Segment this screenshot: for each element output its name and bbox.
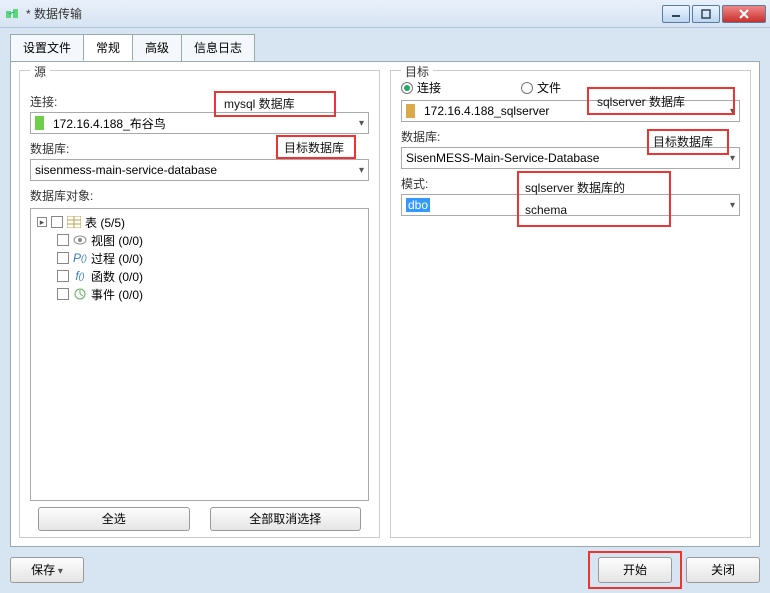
tree-label: 表 (5/5): [85, 214, 125, 231]
tab-bar: 设置文件 常规 高级 信息日志: [0, 28, 770, 61]
chevron-down-icon: ▾: [730, 200, 735, 211]
source-panel: 源 连接: 172.16.4.188_布谷鸟 ▾ 数据库: sisenmess-…: [19, 70, 380, 538]
tree-node-events[interactable]: 事件 (0/0): [33, 285, 366, 303]
chevron-down-icon: ▾: [730, 153, 735, 164]
select-all-button[interactable]: 全选: [38, 507, 190, 531]
close-button[interactable]: [722, 5, 766, 23]
tab-settings-file[interactable]: 设置文件: [10, 34, 84, 61]
save-button[interactable]: 保存: [10, 557, 84, 583]
target-legend: 目标: [401, 63, 433, 80]
event-icon: [73, 287, 87, 301]
table-icon: [67, 215, 81, 229]
target-database-dropdown[interactable]: SisenMESS-Main-Service-Database ▾: [401, 147, 740, 169]
checkbox[interactable]: [57, 288, 69, 300]
source-legend: 源: [30, 63, 50, 80]
checkbox[interactable]: [57, 252, 69, 264]
checkbox[interactable]: [57, 270, 69, 282]
chevron-down-icon: ▾: [359, 118, 364, 129]
annotation-schema-2: schema: [525, 203, 567, 217]
source-conn-value: 172.16.4.188_布谷鸟: [53, 115, 166, 132]
object-tree[interactable]: ▸ 表 (5/5) 视图 (0/0) P() 过程 (0/0): [30, 208, 369, 501]
view-icon: [73, 233, 87, 247]
chevron-down-icon: ▾: [730, 106, 735, 117]
app-icon: [4, 6, 20, 22]
tree-node-views[interactable]: 视图 (0/0): [33, 231, 366, 249]
target-schema-value: dbo: [406, 198, 430, 212]
annotation-sqlserver: sqlserver 数据库: [597, 93, 685, 110]
annotation-schema-1: sqlserver 数据库的: [525, 179, 625, 196]
annotation-mysql: mysql 数据库: [224, 95, 295, 112]
bottom-bar: 保存 开始 关闭: [0, 553, 770, 593]
annotation-tgt-db: 目标数据库: [653, 133, 713, 150]
tree-label: 视图 (0/0): [91, 232, 143, 249]
checkbox[interactable]: [51, 216, 63, 228]
radio-connection[interactable]: 连接: [401, 79, 441, 96]
source-database-dropdown[interactable]: sisenmess-main-service-database ▾: [30, 159, 369, 181]
chevron-down-icon: ▾: [359, 165, 364, 176]
radio-file[interactable]: 文件: [521, 79, 561, 96]
maximize-button[interactable]: [692, 5, 720, 23]
target-schema-dropdown[interactable]: dbo ▾: [401, 194, 740, 216]
window-title: * 数据传输: [26, 5, 662, 22]
sqlserver-icon: [406, 104, 420, 118]
source-conn-label: 连接:: [30, 93, 369, 110]
minimize-button[interactable]: [662, 5, 690, 23]
titlebar: * 数据传输: [0, 0, 770, 28]
expander-icon[interactable]: ▸: [37, 217, 47, 227]
tree-label: 事件 (0/0): [91, 286, 143, 303]
source-db-value: sisenmess-main-service-database: [35, 163, 217, 177]
tree-label: 函数 (0/0): [91, 268, 143, 285]
target-connection-dropdown[interactable]: 172.16.4.188_sqlserver ▾: [401, 100, 740, 122]
main-content: 源 连接: 172.16.4.188_布谷鸟 ▾ 数据库: sisenmess-…: [10, 61, 760, 547]
close-dialog-button[interactable]: 关闭: [686, 557, 760, 583]
func-icon: f(): [73, 269, 87, 283]
tree-node-tables[interactable]: ▸ 表 (5/5): [33, 213, 366, 231]
checkbox[interactable]: [57, 234, 69, 246]
tab-log[interactable]: 信息日志: [181, 34, 255, 61]
source-objects-label: 数据库对象:: [30, 187, 369, 204]
deselect-all-button[interactable]: 全部取消选择: [210, 507, 362, 531]
tab-general[interactable]: 常规: [83, 34, 133, 61]
mysql-icon: [35, 116, 49, 130]
target-panel: 目标 连接 文件 172.16.4.188_sqlserver ▾ 数据库: S…: [390, 70, 751, 538]
tab-advanced[interactable]: 高级: [132, 34, 182, 61]
tree-node-funcs[interactable]: f() 函数 (0/0): [33, 267, 366, 285]
source-connection-dropdown[interactable]: 172.16.4.188_布谷鸟 ▾: [30, 112, 369, 134]
target-db-value: SisenMESS-Main-Service-Database: [406, 151, 599, 165]
target-conn-value: 172.16.4.188_sqlserver: [424, 104, 549, 118]
start-button[interactable]: 开始: [598, 557, 672, 583]
proc-icon: P(): [73, 251, 87, 265]
annotation-src-db: 目标数据库: [284, 139, 344, 156]
tree-node-procs[interactable]: P() 过程 (0/0): [33, 249, 366, 267]
tree-label: 过程 (0/0): [91, 250, 143, 267]
